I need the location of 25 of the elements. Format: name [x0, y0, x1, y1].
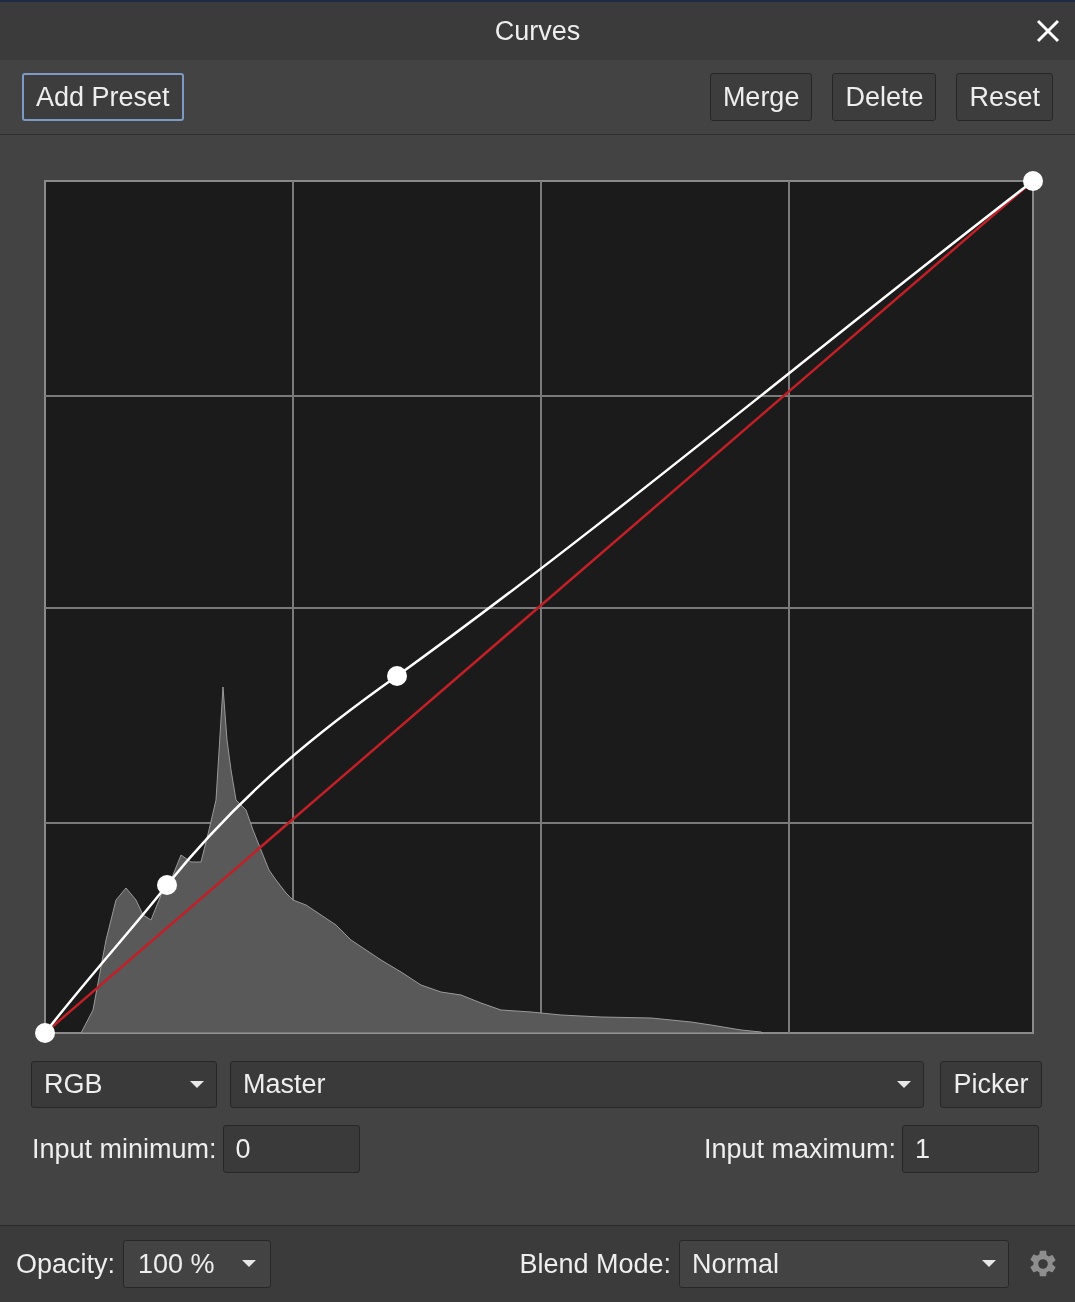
curves-graph[interactable]	[32, 168, 1046, 1046]
toolbar-button[interactable]: Add Preset	[22, 73, 184, 121]
picker-button[interactable]: Picker	[940, 1061, 1042, 1108]
caret-icon	[982, 1260, 996, 1268]
blend-mode-label: Blend Mode:	[519, 1247, 671, 1281]
control-point-handle[interactable]	[1023, 171, 1043, 191]
caret-icon	[190, 1080, 204, 1089]
toolbar-button[interactable]: Merge	[709, 73, 813, 121]
caret-icon	[897, 1080, 911, 1089]
control-point-handle[interactable]	[157, 875, 177, 895]
toolbar-button[interactable]: Delete	[832, 73, 937, 121]
field-label: Input maximum:	[703, 1132, 896, 1166]
control-point-handle[interactable]	[35, 1023, 55, 1043]
control-point-handle[interactable]	[387, 666, 407, 686]
input-minimum-field[interactable]: 0	[222, 1125, 360, 1173]
window-title: Curves	[494, 14, 581, 48]
component-dropdown[interactable]: Master	[230, 1061, 924, 1108]
channel-dropdown[interactable]: RGB	[31, 1061, 217, 1108]
input-maximum-field[interactable]: 1	[902, 1125, 1039, 1173]
toolbar-button[interactable]: Reset	[956, 73, 1053, 121]
blend-mode-dropdown[interactable]: Normal	[679, 1240, 1009, 1288]
field-label: Input minimum:	[32, 1132, 217, 1166]
opacity-label: Opacity:	[16, 1247, 116, 1281]
opacity-dropdown[interactable]: 100 %	[123, 1240, 272, 1288]
caret-icon	[242, 1260, 257, 1268]
